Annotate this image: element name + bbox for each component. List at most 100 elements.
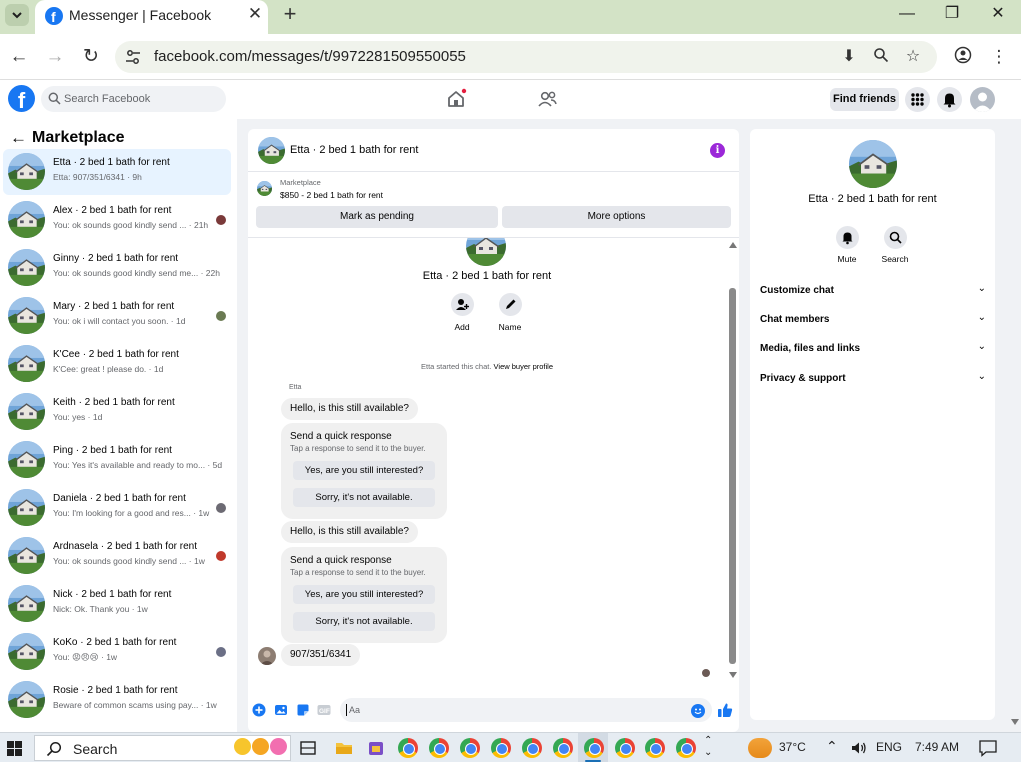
profile-icon[interactable] <box>952 46 974 68</box>
friends-icon[interactable] <box>536 88 558 110</box>
scroll-thumb[interactable] <box>729 288 736 664</box>
notifications-button[interactable] <box>937 87 962 112</box>
listing-thumbnail <box>8 489 45 526</box>
scroll-down-arrow-icon[interactable] <box>1011 719 1019 725</box>
conversation-item[interactable]: Ardnasela · 2 bed 1 bath for rent You: ok… <box>3 533 231 579</box>
conversation-item[interactable]: Ping · 2 bed 1 bath for rent You: Yes it'… <box>3 437 231 483</box>
conversation-item[interactable]: Nick · 2 bed 1 bath for rent Nick: Ok. Th… <box>3 581 231 627</box>
quick-reply-yes-button[interactable]: Yes, are you still interested? <box>293 461 435 480</box>
restore-button[interactable]: ❐ <box>938 3 966 25</box>
chat-members-section[interactable]: Chat members ⌄ <box>760 312 986 328</box>
chrome-profile-icon[interactable] <box>615 738 635 758</box>
forward-button[interactable]: → <box>42 44 68 70</box>
temperature[interactable]: 37°C <box>779 740 806 754</box>
quick-reply-no-button[interactable]: Sorry, it's not available. <box>293 612 435 631</box>
thumbs-up-icon[interactable] <box>716 701 734 719</box>
tab-search-button[interactable] <box>5 4 29 26</box>
sender-avatar[interactable] <box>258 647 276 665</box>
search-highlight-emoji-icon[interactable] <box>234 738 251 755</box>
scroll-up-arrow-icon[interactable] <box>729 242 737 248</box>
chrome-profile-icon[interactable] <box>491 738 511 758</box>
chrome-profile-icon[interactable] <box>522 738 542 758</box>
conversation-item[interactable]: K'Cee · 2 bed 1 bath for rent K'Cee: grea… <box>3 341 231 387</box>
chrome-profile-icon[interactable] <box>553 738 573 758</box>
mark-as-pending-button[interactable]: Mark as pending <box>256 206 498 228</box>
chrome-profile-icon[interactable] <box>460 738 480 758</box>
sticker-icon[interactable] <box>296 703 310 717</box>
tab-title: Messenger | Facebook <box>69 7 212 23</box>
zoom-icon[interactable] <box>871 47 891 67</box>
browser-menu-icon[interactable]: ⋮ <box>988 46 1010 68</box>
back-arrow-icon[interactable]: ← <box>10 128 32 148</box>
image-icon[interactable] <box>274 703 288 717</box>
chrome-profile-icon[interactable] <box>429 738 449 758</box>
more-options-button[interactable]: More options <box>502 206 731 228</box>
name-action[interactable]: Name <box>490 293 530 332</box>
conversation-item[interactable]: Ginny · 2 bed 1 bath for rent You: ok sou… <box>3 245 231 291</box>
tab-close-icon[interactable]: ✕ <box>246 5 264 23</box>
bookmark-star-icon[interactable]: ☆ <box>903 47 923 67</box>
show-hidden-icons-icon[interactable]: ⌃ <box>826 738 838 755</box>
reload-button[interactable]: ↻ <box>78 44 104 70</box>
grid-icon <box>911 93 924 106</box>
media-files-links-section[interactable]: Media, files and links ⌄ <box>760 341 986 357</box>
page-scrollbar[interactable] <box>1008 119 1021 732</box>
notification-center-icon[interactable] <box>978 738 998 758</box>
search-action[interactable]: Search <box>875 226 915 264</box>
plus-circle-icon[interactable] <box>252 703 266 717</box>
info-icon[interactable]: i <box>710 143 725 158</box>
quick-reply-yes-button[interactable]: Yes, are you still interested? <box>293 585 435 604</box>
listing-thumbnail[interactable] <box>258 137 285 164</box>
new-tab-button[interactable]: + <box>280 3 300 25</box>
chrome-profile-icon[interactable] <box>645 738 665 758</box>
conversation-item[interactable]: Daniela · 2 bed 1 bath for rent You: I'm … <box>3 485 231 531</box>
mute-action[interactable]: Mute <box>827 226 867 264</box>
conversation-item[interactable]: Mary · 2 bed 1 bath for rent You: ok i wi… <box>3 293 231 339</box>
customize-chat-section[interactable]: Customize chat ⌄ <box>760 283 986 299</box>
chrome-profile-icon[interactable] <box>584 738 604 758</box>
taskbar-overflow-icon[interactable]: ⌃ ⌄ <box>704 735 712 759</box>
menu-grid-button[interactable] <box>905 87 930 112</box>
address-bar[interactable]: facebook.com/messages/t/9972281509550055… <box>115 41 937 73</box>
listing-title[interactable]: $850 - 2 bed 1 bath for rent <box>280 190 383 200</box>
conversation-snippet: You: ok i will contact you soon. · 1d <box>53 316 186 326</box>
conversation-item[interactable]: KoKo · 2 bed 1 bath for rent You: 😡😠😢 · 1… <box>3 629 231 675</box>
install-app-icon[interactable]: ⬇ <box>839 47 859 67</box>
conversation-item[interactable]: Etta · 2 bed 1 bath for rent Etta: 907/35… <box>3 149 231 195</box>
back-button[interactable]: ← <box>6 44 32 70</box>
conversation-item[interactable]: Alex · 2 bed 1 bath for rent You: ok soun… <box>3 197 231 243</box>
message-input[interactable]: Aa <box>340 698 712 722</box>
search-highlight-emoji-icon[interactable] <box>252 738 269 755</box>
browser-tab[interactable]: f Messenger | Facebook ✕ <box>35 0 268 34</box>
language-indicator[interactable]: ENG <box>876 740 902 754</box>
search-highlight-emoji-icon[interactable] <box>270 738 287 755</box>
view-buyer-profile-link[interactable]: View buyer profile <box>494 362 553 371</box>
thread-scrollbar[interactable] <box>726 238 739 688</box>
volume-icon[interactable] <box>849 738 869 758</box>
emoji-icon[interactable] <box>691 704 705 718</box>
chat-title[interactable]: Etta · 2 bed 1 bath for rent <box>290 144 418 156</box>
file-explorer-icon[interactable] <box>334 738 354 758</box>
minimize-button[interactable]: — <box>893 3 921 25</box>
quick-reply-no-button[interactable]: Sorry, it's not available. <box>293 488 435 507</box>
facebook-search-input[interactable]: Search Facebook <box>41 86 226 112</box>
store-app-icon[interactable] <box>366 738 386 758</box>
task-view-icon[interactable] <box>298 738 318 758</box>
clock[interactable]: 7:49 AM <box>915 740 959 754</box>
account-avatar[interactable] <box>970 87 995 112</box>
add-action[interactable]: Add <box>442 293 482 332</box>
home-icon[interactable] <box>445 88 467 110</box>
chrome-icon[interactable] <box>398 738 418 758</box>
close-window-button[interactable]: ✕ <box>984 3 1012 25</box>
chrome-profile-icon[interactable] <box>676 738 696 758</box>
site-settings-icon[interactable] <box>125 49 141 65</box>
scroll-down-arrow-icon[interactable] <box>729 672 737 678</box>
gif-icon[interactable]: GIF <box>317 703 331 717</box>
conversation-item[interactable]: Keith · 2 bed 1 bath for rent You: yes · … <box>3 389 231 435</box>
facebook-logo-icon[interactable]: f <box>8 85 35 112</box>
privacy-support-section[interactable]: Privacy & support ⌄ <box>760 371 986 387</box>
find-friends-button[interactable]: Find friends <box>830 88 899 111</box>
weather-icon[interactable] <box>748 738 772 758</box>
conversation-item[interactable]: Rosie · 2 bed 1 bath for rent Beware of c… <box>3 677 231 723</box>
windows-start-icon[interactable] <box>7 741 22 756</box>
